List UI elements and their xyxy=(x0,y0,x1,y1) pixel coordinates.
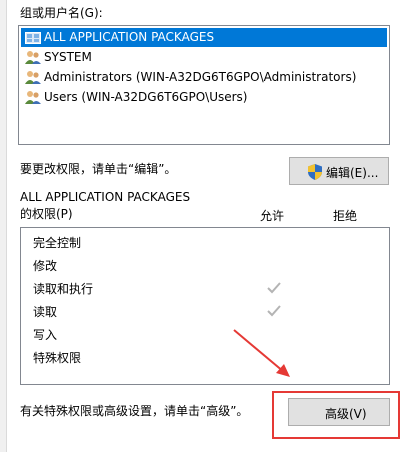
principal-name: Users (WIN-A32DG6T6GPO\Users) xyxy=(44,90,248,104)
list-item-system[interactable]: SYSTEM xyxy=(21,48,387,67)
permissions-for-principal: ALL APPLICATION PACKAGES xyxy=(20,190,191,204)
users-icon xyxy=(25,90,41,105)
permission-full-control: 完全控制 xyxy=(33,236,82,250)
allow-check-icon xyxy=(267,282,281,294)
principal-name: SYSTEM xyxy=(44,50,92,64)
permission-read: 读取 xyxy=(33,305,58,319)
group-or-user-names-label: 组或用户名(G): xyxy=(20,6,103,20)
principal-name: ALL APPLICATION PACKAGES xyxy=(44,30,215,44)
permissions-title: 的权限(P) xyxy=(20,207,73,221)
edit-permissions-hint: 要更改权限，请单击“编辑”。 xyxy=(20,162,177,176)
group-or-user-list[interactable]: ALL APPLICATION PACKAGES SYSTEM Administ… xyxy=(18,25,390,145)
permission-read-execute: 读取和执行 xyxy=(33,282,94,296)
permission-special: 特殊权限 xyxy=(33,351,82,365)
principal-name: Administrators (WIN-A32DG6T6GPO\Administ… xyxy=(44,70,357,84)
permissions-list: 完全控制 修改 读取和执行 读取 写入 特殊权限 xyxy=(20,227,390,385)
list-item-all-application-packages[interactable]: ALL APPLICATION PACKAGES xyxy=(21,28,387,47)
list-item-administrators[interactable]: Administrators (WIN-A32DG6T6GPO\Administ… xyxy=(21,68,387,87)
dialog-left-edge xyxy=(0,0,7,452)
app-packages-icon xyxy=(25,30,41,45)
permission-write: 写入 xyxy=(33,328,58,342)
security-tab-panel: 组或用户名(G): ALL APPLICATION PACKAGES SYSTE… xyxy=(0,0,404,452)
users-icon xyxy=(25,70,41,85)
uac-shield-icon xyxy=(308,164,322,180)
advanced-settings-hint: 有关特殊权限或高级设置，请单击“高级”。 xyxy=(20,404,249,418)
permission-modify: 修改 xyxy=(33,259,58,273)
column-deny-header: 拒绝 xyxy=(333,209,358,223)
edit-button[interactable]: 编辑(E)... xyxy=(289,157,389,185)
list-item-users[interactable]: Users (WIN-A32DG6T6GPO\Users) xyxy=(21,88,387,107)
edit-button-label: 编辑(E)... xyxy=(326,166,379,180)
allow-check-icon xyxy=(267,305,281,317)
annotation-highlight-box xyxy=(272,391,400,439)
column-allow-header: 允许 xyxy=(260,209,285,223)
users-icon xyxy=(25,50,41,65)
